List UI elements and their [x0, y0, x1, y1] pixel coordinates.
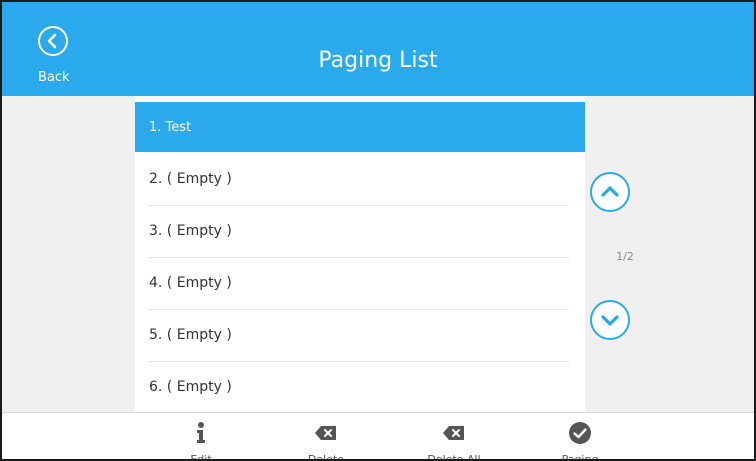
delete-all-button[interactable]: Delete All — [409, 413, 499, 461]
list-item-label: 1. Test — [149, 120, 192, 135]
list-item-label: 2. ( Empty ) — [149, 171, 232, 187]
backspace-icon — [443, 426, 464, 440]
list-item[interactable]: 4. ( Empty ) — [135, 258, 585, 310]
info-icon — [197, 422, 205, 443]
edit-label: Edit — [190, 453, 212, 461]
list-item-label: 4. ( Empty ) — [149, 275, 232, 291]
list-item-label: 3. ( Empty ) — [149, 223, 232, 239]
chevron-up-icon — [601, 186, 619, 197]
delete-label: Delete — [307, 453, 345, 461]
paging-list-screen: Back Paging List 1. Test 2. ( Empty ) 3.… — [0, 0, 756, 461]
left-side-panel — [2, 96, 135, 412]
header-bar: Back Paging List — [2, 2, 754, 96]
paging-label: Paging — [561, 453, 599, 461]
chevron-down-icon — [601, 315, 619, 326]
list-item-label: 5. ( Empty ) — [149, 327, 232, 343]
edit-button[interactable]: Edit — [156, 413, 246, 461]
page-up-button[interactable] — [590, 172, 630, 212]
backspace-icon — [315, 426, 336, 440]
list-item[interactable]: 1. Test — [135, 102, 585, 152]
bottom-toolbar: Edit Delete Delete All Paging — [2, 412, 754, 461]
list-item[interactable]: 2. ( Empty ) — [135, 154, 585, 206]
delete-button[interactable]: Delete — [281, 413, 371, 461]
list-item[interactable]: 3. ( Empty ) — [135, 206, 585, 258]
page-title: Paging List — [318, 48, 438, 73]
list-item-label: 6. ( Empty ) — [149, 379, 232, 395]
page-indicator: 1/2 — [616, 250, 634, 263]
page-down-button[interactable] — [590, 300, 630, 340]
paging-list: 1. Test 2. ( Empty ) 3. ( Empty ) 4. ( E… — [135, 102, 585, 414]
list-item[interactable]: 5. ( Empty ) — [135, 310, 585, 362]
list-item[interactable]: 6. ( Empty ) — [135, 362, 585, 414]
check-circle-icon — [569, 422, 591, 444]
paging-button[interactable]: Paging — [535, 413, 625, 461]
delete-all-label: Delete All — [427, 453, 481, 461]
